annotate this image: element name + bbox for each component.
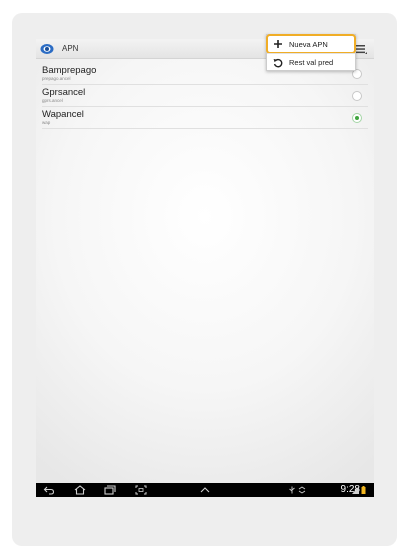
recent-apps-icon[interactable] [104,485,116,495]
list-item[interactable]: Gprsancel gprs.ancel [42,85,368,107]
apn-radio-selected[interactable] [352,113,362,123]
apn-value: prepago.ancel [42,76,71,81]
menu-item-label: Nueva APN [289,39,328,49]
overflow-menu-icon[interactable] [354,42,368,56]
sync-icon [298,486,306,494]
menu-item-label: Rest val pred [289,58,334,67]
overflow-menu: Nueva APN Rest val pred [266,34,356,71]
apn-value: gprs.ancel [42,98,63,103]
apn-value: wap [42,120,51,125]
signal-icon [352,486,359,494]
apn-list: Bamprepago prepago.ancel Gprsancel gprs.… [42,63,374,129]
page-title: APN [62,44,79,53]
apn-name: Gprsancel [42,87,86,98]
up-arrow-icon[interactable] [199,485,211,495]
home-icon[interactable] [74,485,86,495]
system-nav-bar: 9:28 [36,483,374,497]
battery-icon [361,486,366,494]
settings-app-icon[interactable] [40,42,54,56]
screen-content: APN Bamprepago prepago.ancel Gprsancel g… [36,39,374,483]
apn-name: Wapancel [42,109,84,120]
apn-radio[interactable] [352,91,362,101]
usb-icon [289,486,295,494]
device-screen: APN Bamprepago prepago.ancel Gprsancel g… [36,39,374,497]
menu-item-new-apn[interactable]: Nueva APN [266,34,356,54]
apn-name: Bamprepago [42,65,97,76]
screenshot-icon[interactable] [135,485,147,495]
list-item[interactable]: Wapancel wap [42,107,368,129]
reset-icon [273,58,283,67]
menu-item-reset-defaults[interactable]: Rest val pred [267,53,355,71]
back-icon[interactable] [43,485,55,495]
plus-icon [274,40,282,48]
